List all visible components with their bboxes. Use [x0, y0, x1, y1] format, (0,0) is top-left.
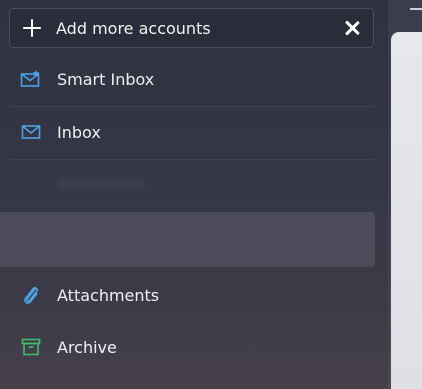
archive-icon	[20, 336, 42, 358]
sidebar-item-attachments[interactable]: Attachments	[0, 275, 375, 315]
sidebar-item-label: Inbox	[57, 122, 101, 142]
blurred-folder-label	[56, 178, 146, 190]
sidebar-item-smart-inbox[interactable]: Smart Inbox	[0, 59, 375, 99]
add-accounts-bar[interactable]: Add more accounts	[9, 8, 374, 48]
pane-top-divider	[410, 8, 422, 10]
paperclip-icon	[20, 284, 42, 306]
divider	[9, 320, 375, 321]
sidebar-item-archive[interactable]: Archive	[0, 327, 375, 367]
inbox-icon	[20, 121, 42, 143]
message-list-pane	[391, 32, 422, 389]
close-icon[interactable]	[343, 19, 361, 37]
add-accounts-label: Add more accounts	[56, 18, 211, 38]
divider	[9, 159, 375, 160]
sidebar-item-label: Attachments	[57, 285, 160, 305]
selected-folder-row[interactable]	[0, 212, 375, 267]
plus-icon	[22, 18, 42, 38]
sidebar-item-label: Smart Inbox	[57, 69, 155, 89]
sidebar-item-label: Archive	[57, 337, 117, 357]
divider	[9, 106, 375, 107]
smart-inbox-icon	[20, 68, 42, 90]
sidebar-item-inbox[interactable]: Inbox	[0, 112, 375, 152]
